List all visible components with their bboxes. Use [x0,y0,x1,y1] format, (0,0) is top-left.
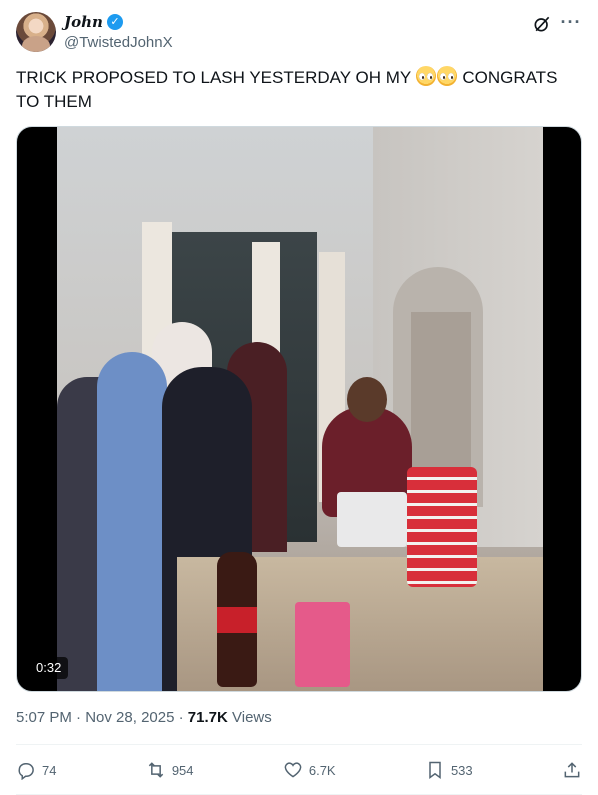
like-count: 6.7K [308,762,336,778]
bookmark-count: 533 [450,762,473,778]
tweet-text-before: TRICK PROPOSED TO LASH YESTERDAY OH MY [16,68,416,87]
author-block: John ✓ @TwistedJohnX [64,13,173,51]
views-count: 71.7K [187,709,228,726]
display-name[interactable]: John [64,13,103,31]
meta-separator: · [178,709,184,726]
bookmark-button[interactable]: 533 [425,760,473,780]
meta-separator: · [76,709,82,726]
video-overlay[interactable] [17,127,581,691]
like-button[interactable]: 6.7K [283,760,336,780]
share-button[interactable] [562,760,582,780]
like-icon [284,762,302,778]
repost-count: 954 [171,762,194,778]
more-icon[interactable]: ··· [560,12,582,34]
repost-icon [148,762,164,778]
repost-button[interactable]: 954 [146,760,194,780]
tweet-meta: 5:07 PM · Nov 28, 2025 · 71.7K Views [16,709,272,726]
bookmark-icon [429,761,441,779]
avatar[interactable] [16,12,56,52]
handle[interactable]: @TwistedJohnX [64,34,173,51]
tweet-header: John ✓ @TwistedJohnX ··· [16,12,582,54]
video-duration: 0:32 [29,657,69,679]
reply-count: 74 [42,762,57,778]
share-icon [564,762,580,778]
pleading-face-emoji [436,66,457,86]
reply-icon [18,763,34,780]
action-bar: 74 954 6.7K 533 [16,750,582,790]
tweet-text: TRICK PROPOSED TO LASH YESTERDAY OH MY C… [16,66,576,114]
divider [16,744,582,745]
tweet-time[interactable]: 5:07 PM [16,709,72,726]
verified-badge-icon[interactable]: ✓ [106,14,123,30]
tweet-date[interactable]: Nov 28, 2025 [85,709,174,726]
grok-icon[interactable] [532,14,552,34]
video-player[interactable]: 0:32 [16,126,582,692]
views-label: Views [232,709,272,726]
name-row: John ✓ [64,13,173,31]
reply-button[interactable]: 74 [16,760,56,780]
pleading-face-emoji [415,66,436,86]
